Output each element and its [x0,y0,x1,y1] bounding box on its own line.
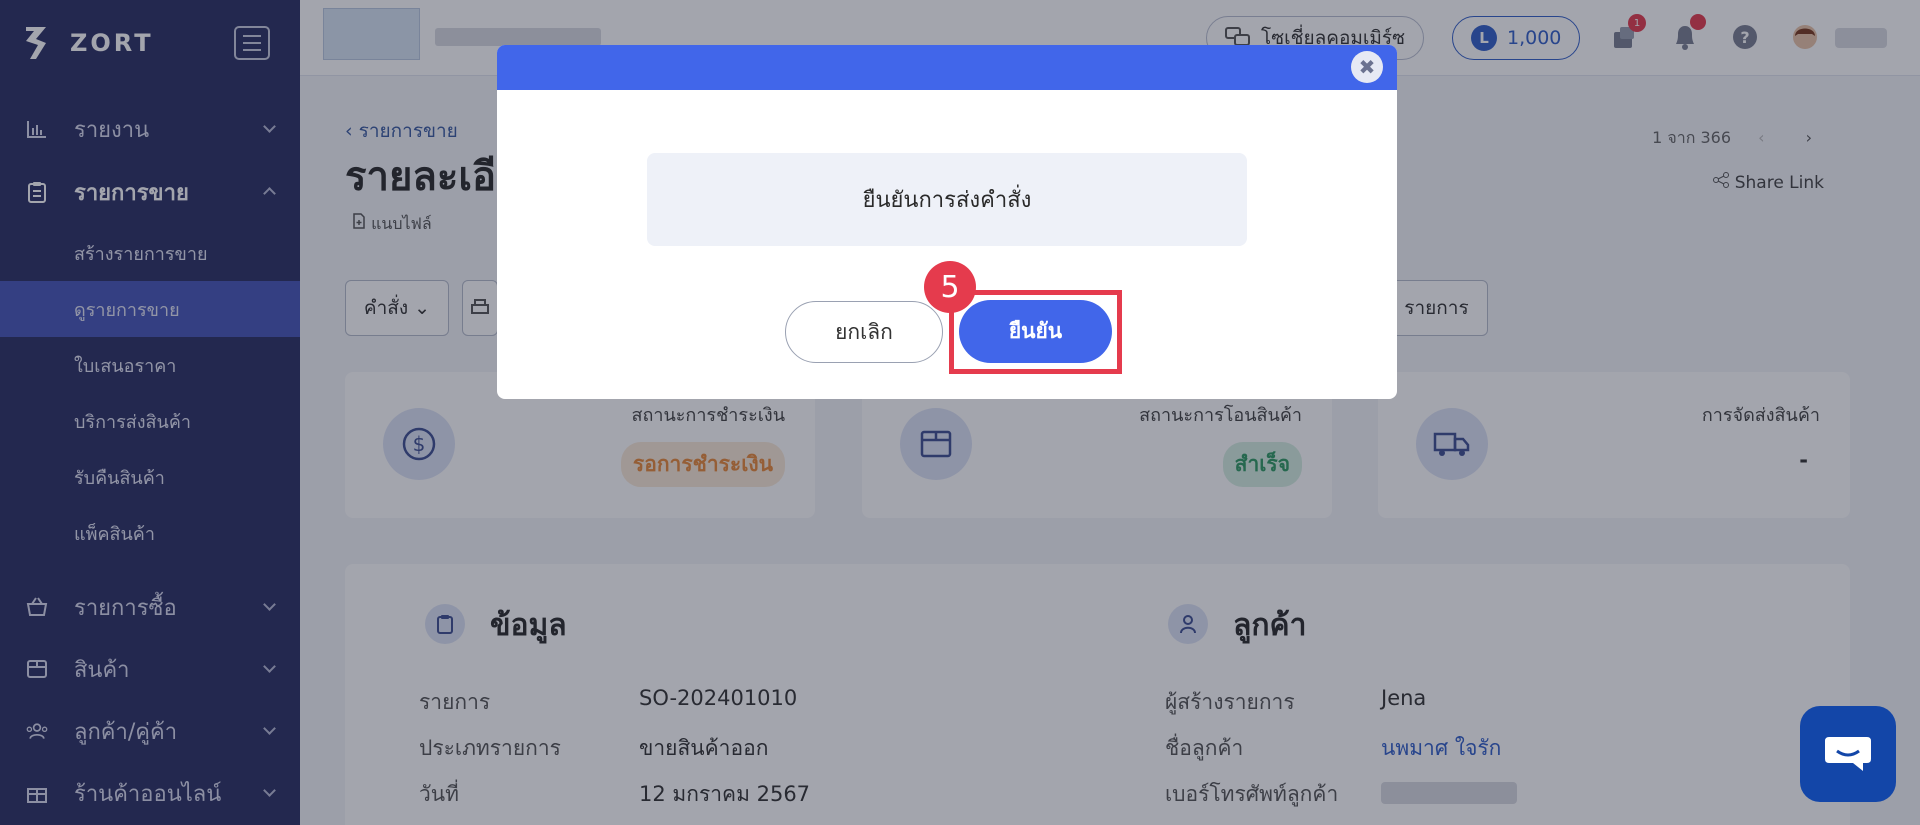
modal-overlay[interactable]: ✖ ยืนยันการส่งคำสั่ง ยกเลิก ยืนยัน 5 [0,0,1920,825]
close-icon[interactable]: ✖ [1351,51,1383,83]
step-number-badge: 5 [924,261,976,313]
chat-widget-button[interactable] [1800,706,1896,802]
dialog-header: ✖ [497,45,1397,90]
chat-bubble-icon [1825,737,1871,771]
cancel-button[interactable]: ยกเลิก [785,301,943,363]
confirm-dialog: ✖ ยืนยันการส่งคำสั่ง ยกเลิก [497,45,1397,399]
confirm-button[interactable]: ยืนยัน [959,300,1112,363]
dialog-message: ยืนยันการส่งคำสั่ง [647,153,1247,246]
